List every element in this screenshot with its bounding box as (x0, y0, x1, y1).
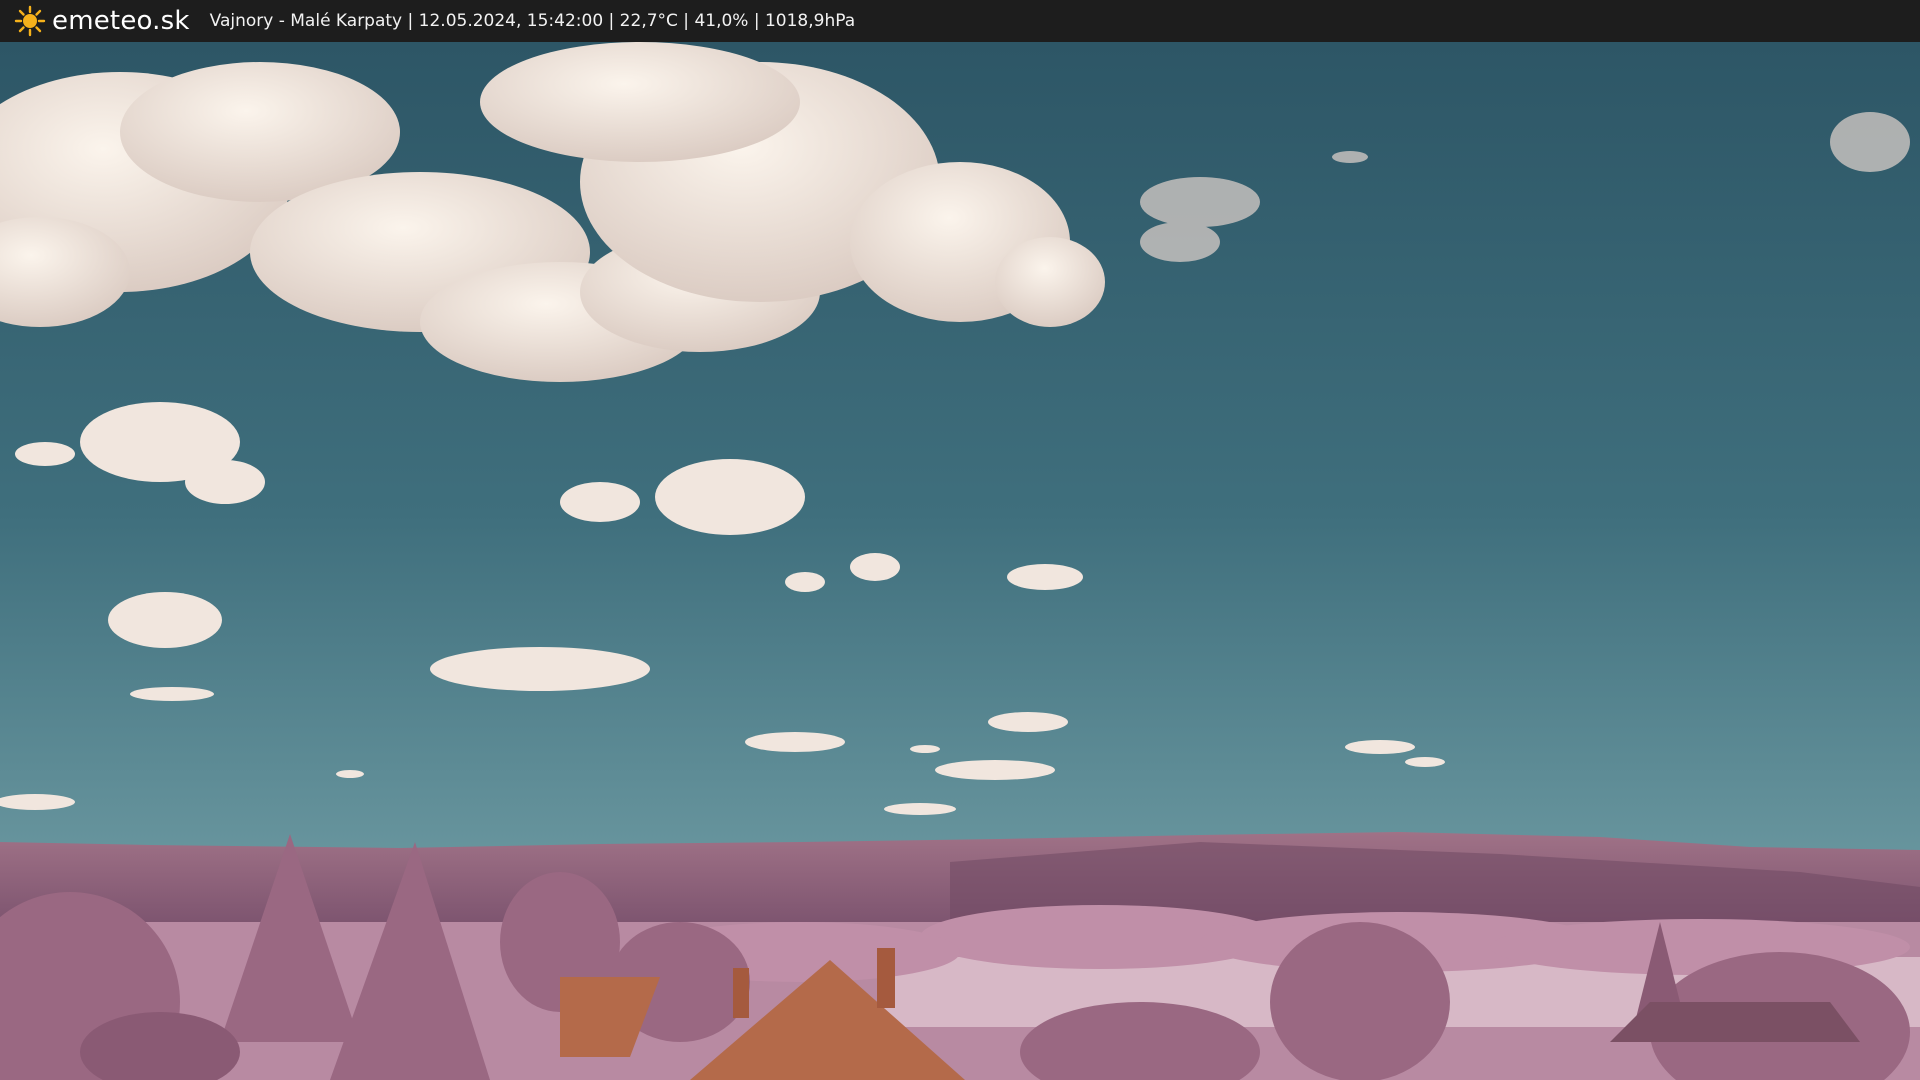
brand-name: emeteo.sk (52, 6, 190, 36)
weather-readout: Vajnory - Malé Karpaty | 12.05.2024, 15:… (209, 11, 856, 31)
webcam-image (0, 42, 1920, 1080)
top-bar: emeteo.sk Vajnory - Malé Karpaty | 12.05… (0, 0, 1920, 42)
site-logo[interactable]: emeteo.sk (14, 5, 190, 37)
sun-icon (14, 5, 46, 37)
